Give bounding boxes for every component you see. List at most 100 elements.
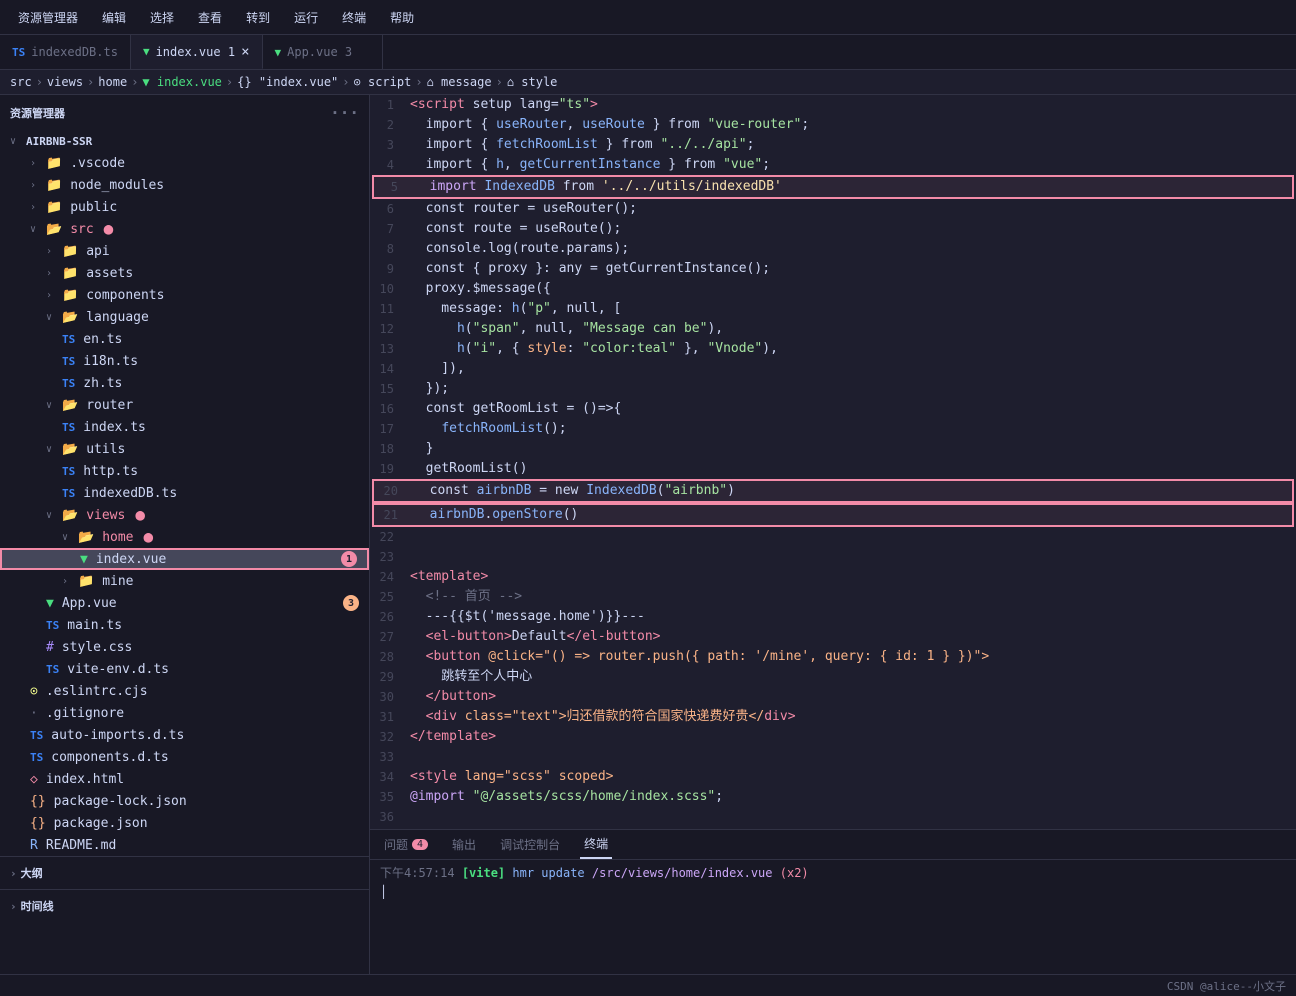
line-number-33: 33 <box>370 747 410 767</box>
code-line-30: 30 </button> <box>370 687 1296 707</box>
line-number-18: 18 <box>370 439 410 459</box>
main-area: 资源管理器 ··· ∨ AIRBNB-SSR › 📁 .vscode › 📁 n… <box>0 95 1296 974</box>
ts-file-icon: TS <box>62 487 75 500</box>
tree-item-vscode[interactable]: › 📁 .vscode <box>0 152 369 174</box>
problems-badge: 4 <box>412 839 428 850</box>
folder-label-utils: utils <box>86 442 125 457</box>
tree-item-utils[interactable]: ∨ 📂 utils <box>0 438 369 460</box>
line-content-9: const { proxy }: any = getCurrentInstanc… <box>410 259 1296 279</box>
timeline-header[interactable]: › 时间线 <box>0 894 369 918</box>
tree-item-indexedDB-ts[interactable]: TS indexedDB.ts <box>0 482 369 504</box>
outline-header[interactable]: › 大纲 <box>0 861 369 885</box>
line-content-27: <el-button>Default</el-button> <box>410 627 1296 647</box>
code-line-25: 25 <!-- 首页 --> <box>370 587 1296 607</box>
tab-problems[interactable]: 问题 4 <box>380 830 432 859</box>
tree-item-vite-env[interactable]: TS vite-env.d.ts <box>0 658 369 680</box>
file-label-readme: README.md <box>46 838 116 853</box>
tab-output[interactable]: 输出 <box>448 830 480 859</box>
tree-item-node-modules[interactable]: › 📁 node_modules <box>0 174 369 196</box>
file-label-index-html: index.html <box>46 772 124 787</box>
tree-item-home[interactable]: ∨ 📂 home ● <box>0 526 369 548</box>
tab-index-vue[interactable]: ▼ index.vue 1 × <box>131 35 263 69</box>
tree-item-mine[interactable]: › 📁 mine <box>0 570 369 592</box>
tree-item-language[interactable]: ∨ 📂 language <box>0 306 369 328</box>
menu-explorer[interactable]: 资源管理器 <box>10 6 86 29</box>
chevron-down-icon: ∨ <box>30 224 42 235</box>
code-line-32: 32</template> <box>370 727 1296 747</box>
tree-item-i18n-ts[interactable]: TS i18n.ts <box>0 350 369 372</box>
tree-root-airbnb[interactable]: ∨ AIRBNB-SSR <box>0 130 369 152</box>
tree-item-style-css[interactable]: # style.css <box>0 636 369 658</box>
code-line-35: 35@import "@/assets/scss/home/index.scss… <box>370 787 1296 807</box>
tree-item-components-d[interactable]: TS components.d.ts <box>0 746 369 768</box>
chevron-right-icon: › <box>46 268 58 279</box>
tree-item-en-ts[interactable]: TS en.ts <box>0 328 369 350</box>
tree-item-components[interactable]: › 📁 components <box>0 284 369 306</box>
tree-item-app-vue[interactable]: ▼ App.vue 3 <box>0 592 369 614</box>
folder-icon: 📁 <box>62 266 78 281</box>
code-line-10: 10 proxy.$message({ <box>370 279 1296 299</box>
code-line-21: 21 airbnDB.openStore() <box>372 503 1294 527</box>
code-editor[interactable]: 1<script setup lang="ts">2 import { useR… <box>370 95 1296 829</box>
line-number-8: 8 <box>370 239 410 259</box>
md-file-icon: R <box>30 838 38 853</box>
breadcrumb: src › views › home › ▼ index.vue › {} "i… <box>0 70 1296 95</box>
menu-goto[interactable]: 转到 <box>238 6 278 29</box>
ts-file-icon: TS <box>62 421 75 434</box>
tree-item-http-ts[interactable]: TS http.ts <box>0 460 369 482</box>
folder-label-mine: mine <box>102 574 133 589</box>
menu-terminal[interactable]: 终端 <box>334 6 374 29</box>
modified-dot-views: ● <box>135 507 145 523</box>
breadcrumb-src: src <box>10 75 32 89</box>
code-line-16: 16 const getRoomList = ()=>{ <box>370 399 1296 419</box>
menu-help[interactable]: 帮助 <box>382 6 422 29</box>
menu-run[interactable]: 运行 <box>286 6 326 29</box>
vue-icon: ▼ <box>143 45 150 58</box>
tree-item-auto-imports[interactable]: TS auto-imports.d.ts <box>0 724 369 746</box>
menu-select[interactable]: 选择 <box>142 6 182 29</box>
close-icon[interactable]: × <box>241 44 249 60</box>
tree-item-api[interactable]: › 📁 api <box>0 240 369 262</box>
tab-terminal[interactable]: 终端 <box>580 830 612 859</box>
sidebar-menu-dots[interactable]: ··· <box>330 103 359 122</box>
tree-item-assets[interactable]: › 📁 assets <box>0 262 369 284</box>
tab-bar: TS indexedDB.ts ▼ index.vue 1 × ▼ App.vu… <box>0 35 1296 70</box>
code-line-33: 33 <box>370 747 1296 767</box>
code-line-12: 12 h("span", null, "Message can be"), <box>370 319 1296 339</box>
breadcrumb-scope: {} "index.vue" <box>237 75 338 89</box>
line-content-19: getRoomList() <box>410 459 1296 479</box>
tree-item-readme[interactable]: R README.md <box>0 834 369 856</box>
tab-debug-console[interactable]: 调试控制台 <box>496 830 564 859</box>
tree-item-package-lock[interactable]: {} package-lock.json <box>0 790 369 812</box>
chevron-right-icon: › <box>46 290 58 301</box>
line-number-32: 32 <box>370 727 410 747</box>
line-number-28: 28 <box>370 647 410 667</box>
tree-item-zh-ts[interactable]: TS zh.ts <box>0 372 369 394</box>
tree-item-index-html[interactable]: ◇ index.html <box>0 768 369 790</box>
tree-item-router-index[interactable]: TS index.ts <box>0 416 369 438</box>
tree-item-package-json[interactable]: {} package.json <box>0 812 369 834</box>
tree-item-main-ts[interactable]: TS main.ts <box>0 614 369 636</box>
tree-item-gitignore[interactable]: · .gitignore <box>0 702 369 724</box>
json-file-icon: {} <box>30 816 46 831</box>
tree-item-router[interactable]: ∨ 📂 router <box>0 394 369 416</box>
code-line-28: 28 <button @click="() => router.push({ p… <box>370 647 1296 667</box>
js-file-icon: ⊙ <box>30 684 38 699</box>
tree-item-eslintrc[interactable]: ⊙ .eslintrc.cjs <box>0 680 369 702</box>
tree-item-public[interactable]: › 📁 public <box>0 196 369 218</box>
file-label-router-index: index.ts <box>83 420 146 435</box>
tree-item-src[interactable]: ∨ 📂 src ● <box>0 218 369 240</box>
tab-app-vue[interactable]: ▼ App.vue 3 <box>263 35 383 69</box>
line-number-2: 2 <box>370 115 410 135</box>
tab-indexedDB[interactable]: TS indexedDB.ts <box>0 35 131 69</box>
tree-item-views[interactable]: ∨ 📂 views ● <box>0 504 369 526</box>
menu-edit[interactable]: 编辑 <box>94 6 134 29</box>
line-number-29: 29 <box>370 667 410 687</box>
terminal-content[interactable]: 下午4:57:14 [vite] hmr update /src/views/h… <box>370 860 1296 974</box>
timeline-section: › 时间线 <box>0 889 369 922</box>
chevron-down-icon: ∨ <box>46 510 58 521</box>
line-content-1: <script setup lang="ts"> <box>410 95 1296 115</box>
tree-item-index-vue[interactable]: ▼ index.vue 1 <box>0 548 369 570</box>
line-content-34: <style lang="scss" scoped> <box>410 767 1296 787</box>
menu-view[interactable]: 查看 <box>190 6 230 29</box>
